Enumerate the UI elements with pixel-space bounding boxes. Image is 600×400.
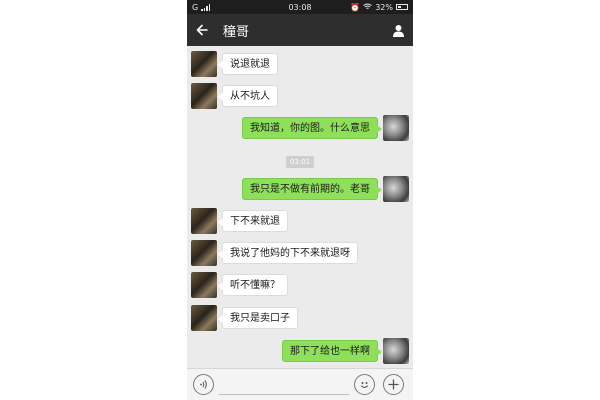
avatar[interactable] (383, 176, 409, 202)
chat-header: 穜哥 (187, 14, 413, 46)
voice-icon (200, 380, 207, 389)
avatar[interactable] (191, 83, 217, 109)
message-item: 下不来就退 (187, 208, 413, 234)
emoji-icon (360, 382, 369, 388)
avatar[interactable] (383, 338, 409, 364)
message-item: 那下了给也一样啊 (187, 338, 413, 364)
message-item: 我知道，你的图。什么意思 (187, 115, 413, 141)
message-item: 听不懂嘛？ (187, 272, 413, 298)
message-bubble[interactable]: 我知道，你的图。什么意思 (242, 117, 382, 139)
message-item: 说退就退 (187, 51, 413, 77)
status-bar: G 03:08 ⏰ 32% (187, 0, 413, 14)
more-button[interactable] (383, 374, 404, 395)
emoji-button[interactable] (354, 374, 375, 395)
back-button[interactable] (187, 14, 217, 46)
avatar[interactable] (191, 51, 217, 77)
person-icon (392, 24, 404, 37)
avatar[interactable] (383, 115, 409, 141)
battery-icon (396, 4, 408, 10)
chat-screen: G 03:08 ⏰ 32% 穜哥 说退就退 从不坑人 我知道，你的图。什么意思 … (187, 0, 413, 400)
message-item: 我说了他妈的下不来就退呀 (187, 240, 413, 266)
message-bubble[interactable]: 听不懂嘛？ (218, 274, 288, 296)
alarm-icon: ⏰ (350, 2, 361, 12)
battery-percent: 32% (375, 2, 393, 12)
avatar[interactable] (191, 272, 217, 298)
avatar[interactable] (191, 208, 217, 234)
arrow-left-icon (196, 24, 208, 36)
message-bubble[interactable]: 那下了给也一样啊 (282, 340, 382, 362)
message-bubble[interactable]: 我只是卖口子 (218, 307, 298, 329)
avatar[interactable] (191, 305, 217, 331)
message-bubble[interactable]: 说退就退 (218, 53, 278, 75)
chat-title: 穜哥 (223, 24, 250, 40)
plus-icon (388, 379, 399, 390)
avatar[interactable] (191, 240, 217, 266)
carrier-label: G (192, 2, 199, 12)
message-item: 我只是卖口子 (187, 305, 413, 331)
message-bubble[interactable]: 从不坑人 (218, 85, 278, 107)
message-item: 从不坑人 (187, 83, 413, 109)
message-bubble[interactable]: 我只是不做有前期的。老哥 (242, 178, 382, 200)
time-divider: 03:01 (286, 156, 314, 168)
signal-icon (201, 3, 211, 11)
message-item: 我只是不做有前期的。老哥 (187, 176, 413, 202)
wifi-icon (363, 3, 373, 12)
profile-button[interactable] (383, 14, 413, 46)
status-right: ⏰ 32% (338, 3, 408, 12)
status-time: 03:08 (288, 2, 312, 12)
message-bubble[interactable]: 我说了他妈的下不来就退呀 (218, 242, 358, 264)
message-bubble[interactable]: 下不来就退 (218, 210, 288, 232)
input-bar (187, 368, 413, 400)
message-input[interactable] (219, 375, 349, 395)
voice-button[interactable] (193, 374, 214, 395)
status-left: G (192, 3, 262, 12)
message-list: 说退就退 从不坑人 我知道，你的图。什么意思 03:01 我只是不做有前期的。老… (187, 46, 413, 368)
